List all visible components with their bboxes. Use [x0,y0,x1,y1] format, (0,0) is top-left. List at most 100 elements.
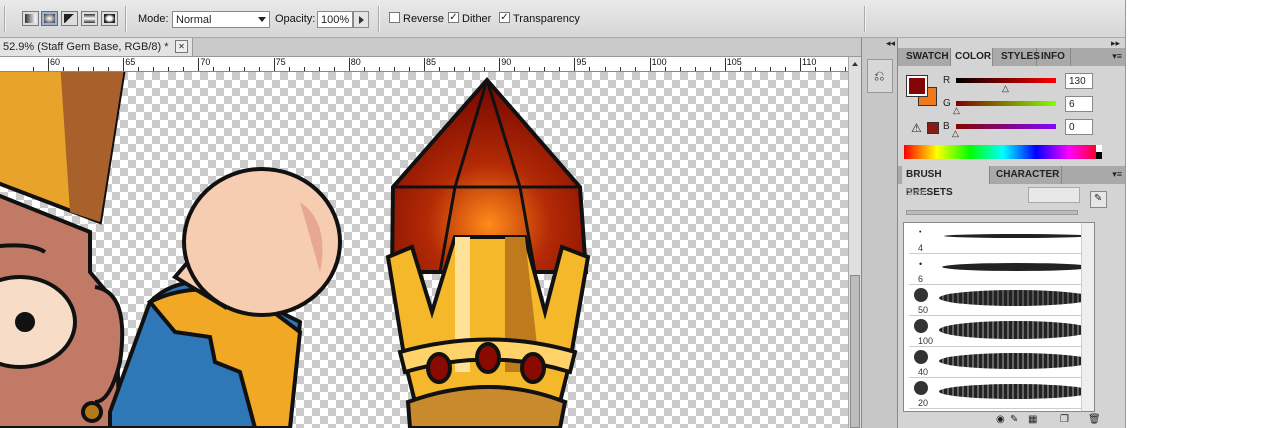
tab-character[interactable]: CHARACTER [992,166,1062,184]
brush-preset-row[interactable]: 20 [909,378,1094,409]
gamut-color-swatch[interactable] [927,122,939,134]
brush-preset-row[interactable]: 40 [909,347,1094,378]
ruler-tick [303,67,305,71]
brush-panel-toggle-button[interactable]: ✎ [1090,191,1107,208]
linear-gradient-button[interactable] [22,11,39,26]
ruler-tick [258,67,260,71]
brush-preset-row[interactable]: • 4 [909,223,1094,254]
tab-swatches[interactable]: SWATCH [902,48,951,66]
document-tab[interactable]: 52.9% (Staff Gem Base, RGB/8) * ✕ [0,38,193,56]
panel-menu-icon[interactable]: ▾≡ [1112,169,1122,180]
brush-stroke-preview [939,290,1092,306]
brush-preset-row[interactable]: 100 [909,316,1094,347]
tab-info[interactable]: INFO [1037,48,1071,66]
b-slider-track[interactable] [956,124,1056,129]
new-preset-icon[interactable]: ❐ [1060,414,1069,425]
dither-checkbox[interactable]: ✓ [448,12,459,23]
close-icon[interactable]: ✕ [175,40,188,53]
king-crown-art [0,72,126,428]
ruler-tick [769,67,771,71]
reverse-checkbox[interactable] [389,12,400,23]
ruler-tick [288,67,290,71]
vertical-scrollbar[interactable] [848,57,862,428]
brush-size-label: 50 [918,305,929,315]
ruler-tick [78,67,80,71]
collapse-panels-icon[interactable]: ◂◂ [886,38,895,49]
diamond-gradient-icon [104,14,115,23]
ruler-tick [424,58,425,71]
brush-preset-row[interactable]: • 6 [909,254,1094,285]
horizontal-ruler: 60 65 70 75 80 85 90 95 100 105 110 [0,57,848,72]
ruler-tick [694,67,696,71]
size-slider[interactable] [906,210,1078,215]
ruler-tick [499,58,501,71]
ruler-tick [484,67,486,71]
r-value-input[interactable]: 130 [1065,73,1093,89]
chevron-up-icon[interactable] [852,62,858,66]
ruler-label: 90 [501,57,512,67]
brush-stroke-preview [942,263,1092,271]
ruler-label: 100 [651,57,667,67]
mode-value: Normal [176,14,212,26]
panel-menu-icon[interactable]: ▾≡ [1112,51,1122,62]
ruler-tick [348,58,350,71]
brush-tool-icon[interactable]: ✎ [1010,414,1018,425]
brush-stroke-preview [939,384,1092,399]
g-slider-handle[interactable]: △ [953,105,960,116]
spectrum-white-black-swatch[interactable] [1096,145,1102,159]
diamond-gradient-button[interactable] [101,11,118,26]
ruler-tick [529,67,531,71]
tab-brush-presets[interactable]: BRUSH PRESETS [902,166,990,198]
reflected-gradient-icon [84,14,95,23]
opacity-label: Opacity: [275,13,316,25]
b-value-input[interactable]: 0 [1065,119,1093,135]
g-slider-track[interactable] [956,101,1056,106]
ruler-tick [363,67,365,71]
transparency-checkbox[interactable]: ✓ [499,12,510,23]
trash-icon[interactable]: 🗑 [1088,414,1101,425]
chevron-down-icon [258,17,266,22]
mode-label: Mode: [138,13,169,25]
g-value-input[interactable]: 6 [1065,96,1093,112]
brush-list-scrollbar[interactable] [1081,223,1094,411]
warning-icon[interactable]: ⚠ [911,121,922,135]
ruler-tick [108,67,110,71]
ruler-tick [409,67,410,71]
r-slider-handle[interactable]: △ [1002,83,1009,94]
grid-icon[interactable]: ▦ [1028,414,1037,425]
tab-color[interactable]: COLOR [951,48,993,66]
mode-select[interactable]: Normal [172,11,270,28]
ruler-label: 80 [350,57,361,67]
angle-gradient-button[interactable] [61,11,78,26]
panel-dock: ▸▸ SWATCH COLOR STYLES INFO ▾≡ ⚠ R △ 130… [897,38,1126,428]
brush-stroke-preview [939,353,1092,369]
foreground-color-swatch[interactable] [906,75,928,97]
b-slider-handle[interactable]: △ [952,128,959,139]
ruler-tick [439,67,440,71]
ruler-tick [589,67,591,71]
tab-styles[interactable]: STYLES [997,48,1040,66]
history-panel-button[interactable]: ⎌ [867,59,893,93]
reflected-gradient-button[interactable] [81,11,98,26]
b-value: 0 [1069,122,1075,133]
ruler-tick [153,67,155,71]
color-spectrum-bar[interactable] [904,145,1102,159]
ruler-label: 95 [576,57,587,67]
ruler-tick [393,67,395,71]
radial-gradient-button[interactable] [41,11,58,26]
brush-preset-row[interactable]: 50 [909,285,1094,316]
size-input[interactable] [1028,187,1080,203]
ruler-tick [48,58,49,71]
opacity-input[interactable]: 100% [317,11,353,28]
document-canvas[interactable] [0,72,848,428]
channel-r-label: R [943,75,951,86]
ruler-tick [679,67,681,71]
brush-size-label: 4 [918,243,924,253]
scroll-thumb[interactable] [850,275,860,428]
options-bar: Mode: Normal Opacity: 100% Reverse ✓ Dit… [0,0,1125,38]
opacity-slider-button[interactable] [353,11,369,28]
ruler-label: 60 [50,57,61,67]
ruler-tick [830,67,832,71]
brush-size-label: 20 [918,398,929,408]
eye-icon[interactable]: ◉ [996,414,1005,425]
